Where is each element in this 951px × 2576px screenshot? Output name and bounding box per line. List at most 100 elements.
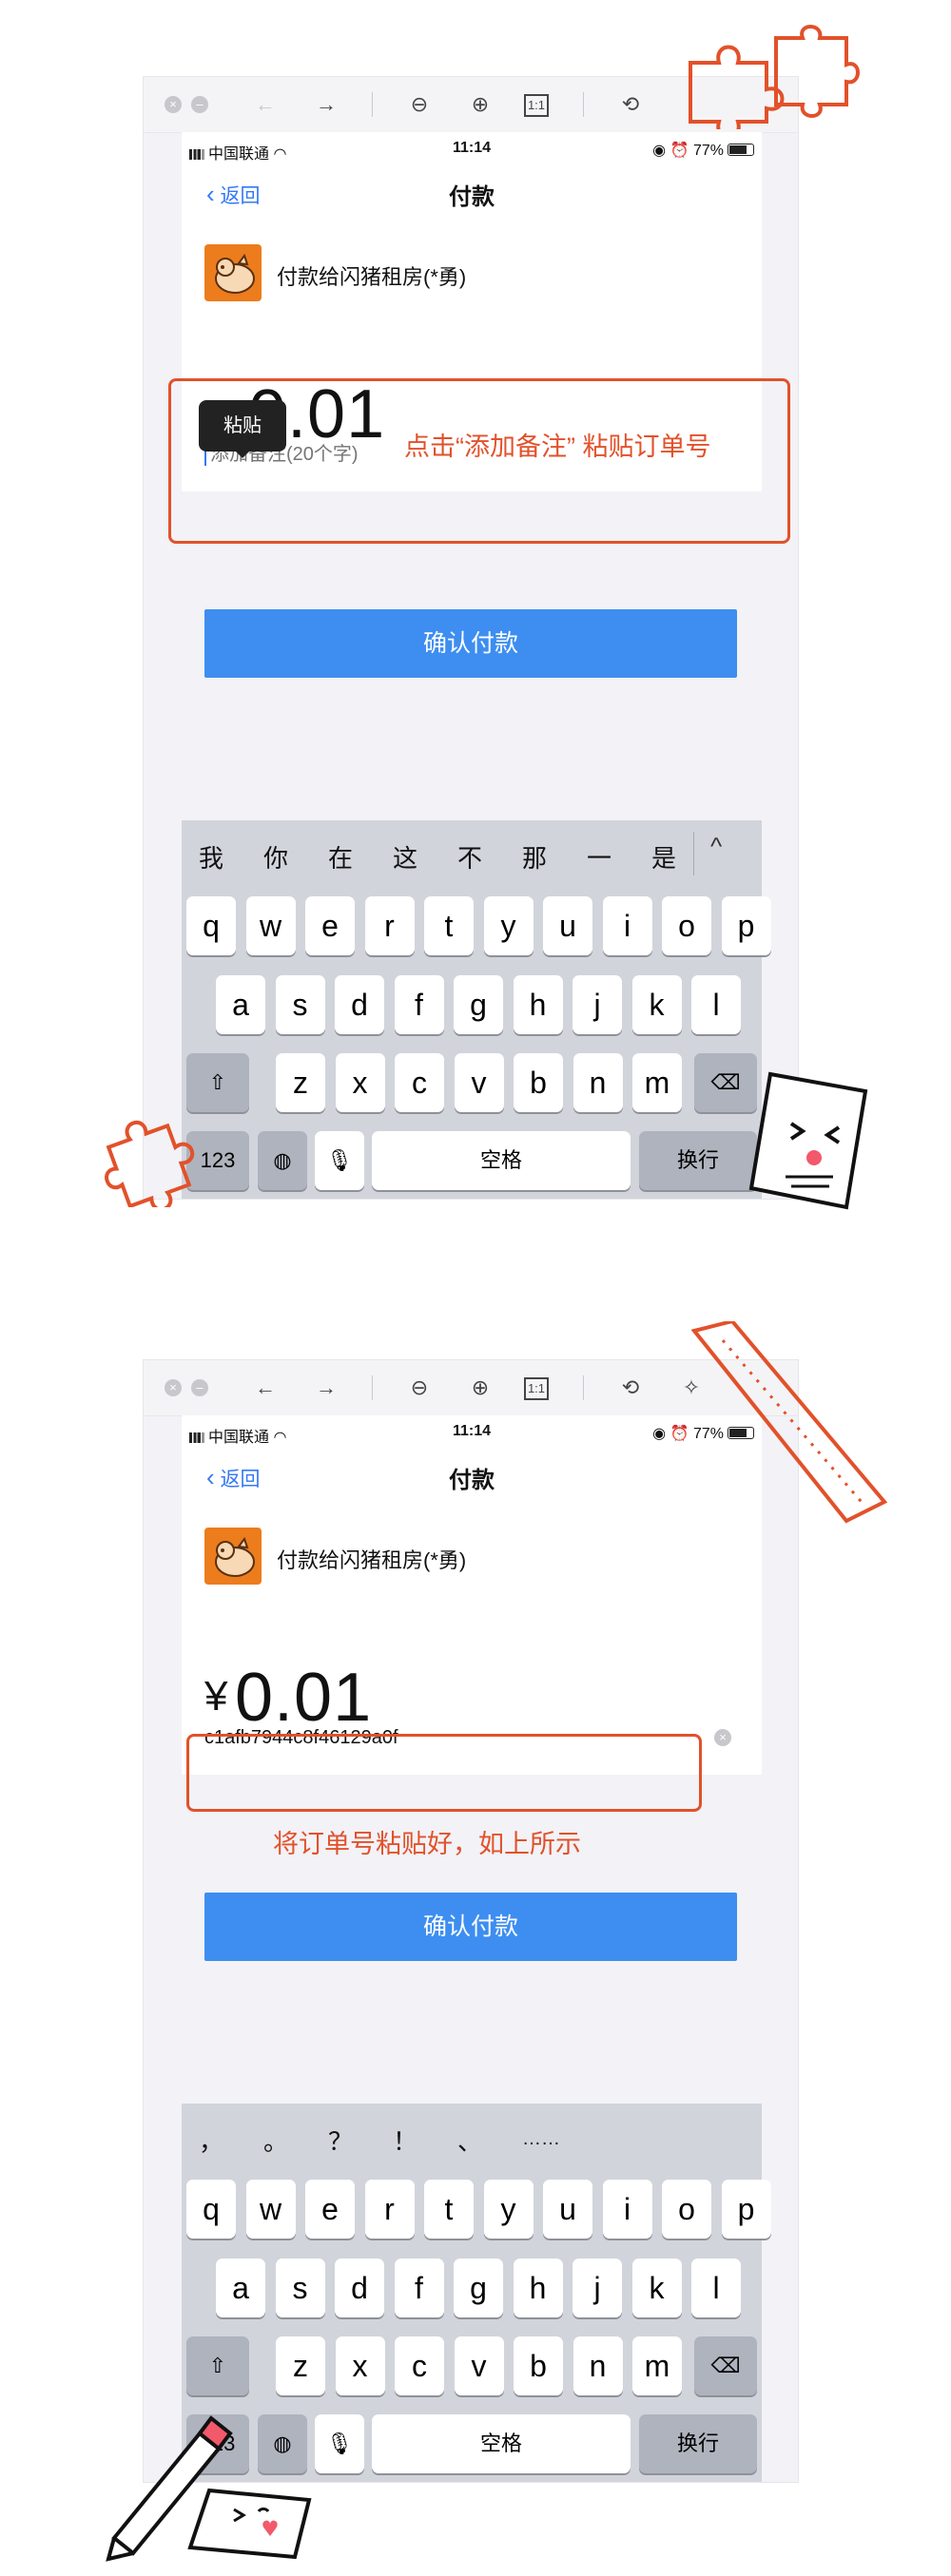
key-g[interactable]: g [454,975,503,1034]
key-n[interactable]: n [573,1053,623,1112]
key-v[interactable]: v [454,1053,504,1112]
key-w[interactable]: w [245,2180,296,2239]
key-v[interactable]: v [454,2336,504,2395]
forward-arrow-icon[interactable]: → [311,1375,341,1401]
key-f[interactable]: f [394,975,444,1034]
key-t[interactable]: t [424,2180,474,2239]
back-arrow-icon[interactable]: ← [250,1375,281,1401]
key-c[interactable]: c [395,2336,444,2395]
punct-1[interactable]: ， [199,2123,223,2158]
rotate-icon[interactable]: ⟲ [615,91,646,118]
shift-key-icon[interactable]: ⇧ [186,2336,249,2395]
minimize-window-icon[interactable]: ‒ [191,96,208,113]
payee-row: 付款给闪猪租房(*勇) [182,216,762,339]
punct-5[interactable]: 、 [457,2123,482,2158]
confirm-payment-button[interactable]: 确认付款 [204,609,737,678]
minimize-window-icon[interactable]: ‒ [191,1379,208,1396]
key-f[interactable]: f [394,2259,444,2317]
zoom-in-icon[interactable]: ⊕ [465,1375,495,1401]
candidate-7[interactable]: 一 [587,839,611,875]
key-o[interactable]: o [662,896,711,955]
candidate-2[interactable]: 你 [263,839,288,875]
candidate-3[interactable]: 在 [328,839,353,875]
zoom-out-icon[interactable]: ⊖ [404,1375,435,1401]
space-key[interactable]: 空格 [372,2414,631,2473]
return-key[interactable]: 换行 [639,2414,757,2473]
clear-input-icon[interactable]: × [714,1729,731,1746]
candidate-4[interactable]: 这 [393,839,417,875]
key-j[interactable]: j [573,975,622,1034]
key-r[interactable]: r [364,2180,415,2239]
key-s[interactable]: s [275,2259,325,2317]
globe-key-icon[interactable]: ◍ [258,1131,307,1190]
key-l[interactable]: l [691,975,741,1034]
actual-size-icon[interactable]: 1:1 [524,94,549,117]
close-window-icon[interactable]: × [165,1379,182,1396]
key-e[interactable]: e [305,896,355,955]
key-u[interactable]: u [543,896,592,955]
key-j[interactable]: j [573,2259,622,2317]
key-x[interactable]: x [335,2336,385,2395]
candidate-5[interactable]: 不 [457,839,482,875]
chevron-up-icon[interactable]: ^ [710,832,722,861]
rotate-icon[interactable]: ⟲ [615,1375,646,1401]
puzzle-sticker-left [105,1121,195,1207]
amount-value: 0.01 [235,1660,373,1736]
key-m[interactable]: m [632,1053,682,1112]
key-m[interactable]: m [632,2336,682,2395]
page-title: 付款 [449,184,495,210]
key-y[interactable]: y [483,896,534,955]
key-h[interactable]: h [513,975,563,1034]
key-z[interactable]: z [276,2336,325,2395]
punct-4[interactable]: ！ [393,2123,417,2158]
key-k[interactable]: k [631,2259,682,2317]
key-q[interactable]: q [186,896,236,955]
key-d[interactable]: d [335,975,384,1034]
candidate-6[interactable]: 那 [522,839,547,875]
confirm-payment-button[interactable]: 确认付款 [204,1893,737,1961]
key-e[interactable]: e [305,2180,355,2239]
key-r[interactable]: r [364,896,415,955]
microphone-key-icon[interactable]: 🎙 [315,1131,364,1190]
key-h[interactable]: h [513,2259,563,2317]
candidate-1[interactable]: 我 [199,839,223,875]
punct-6[interactable]: …… [522,2128,560,2150]
punct-3[interactable]: ？ [328,2123,353,2158]
close-window-icon[interactable]: × [165,96,182,113]
key-s[interactable]: s [275,975,325,1034]
zoom-out-icon[interactable]: ⊖ [404,91,435,118]
key-b[interactable]: b [514,2336,563,2395]
alarm-icon: ⏰ [670,143,689,159]
key-k[interactable]: k [631,975,682,1034]
key-d[interactable]: d [335,2259,384,2317]
key-n[interactable]: n [573,2336,623,2395]
key-p[interactable]: p [721,2180,771,2239]
key-q[interactable]: q [186,2180,236,2239]
key-y[interactable]: y [483,2180,534,2239]
delete-key-icon[interactable]: ⌫ [694,2336,757,2395]
currency-symbol: ¥ [204,1673,228,1720]
key-i[interactable]: i [602,2180,652,2239]
forward-arrow-icon[interactable]: → [311,91,341,118]
paper-face-sticker [748,1071,868,1210]
key-l[interactable]: l [691,2259,741,2317]
key-t[interactable]: t [424,896,474,955]
key-a[interactable]: a [216,975,265,1034]
back-arrow-icon[interactable]: ← [250,91,281,118]
space-key[interactable]: 空格 [372,1131,631,1190]
key-i[interactable]: i [602,896,652,955]
key-g[interactable]: g [454,2259,503,2317]
zoom-in-icon[interactable]: ⊕ [465,91,495,118]
key-w[interactable]: w [245,896,296,955]
key-z[interactable]: z [276,1053,325,1112]
key-p[interactable]: p [721,896,771,955]
key-c[interactable]: c [395,1053,444,1112]
key-x[interactable]: x [335,1053,385,1112]
key-o[interactable]: o [662,2180,711,2239]
actual-size-icon[interactable]: 1:1 [524,1377,549,1400]
key-b[interactable]: b [514,1053,563,1112]
key-u[interactable]: u [543,2180,592,2239]
key-a[interactable]: a [216,2259,265,2317]
punct-2[interactable]: 。 [263,2123,288,2158]
candidate-8[interactable]: 是 [651,839,676,875]
